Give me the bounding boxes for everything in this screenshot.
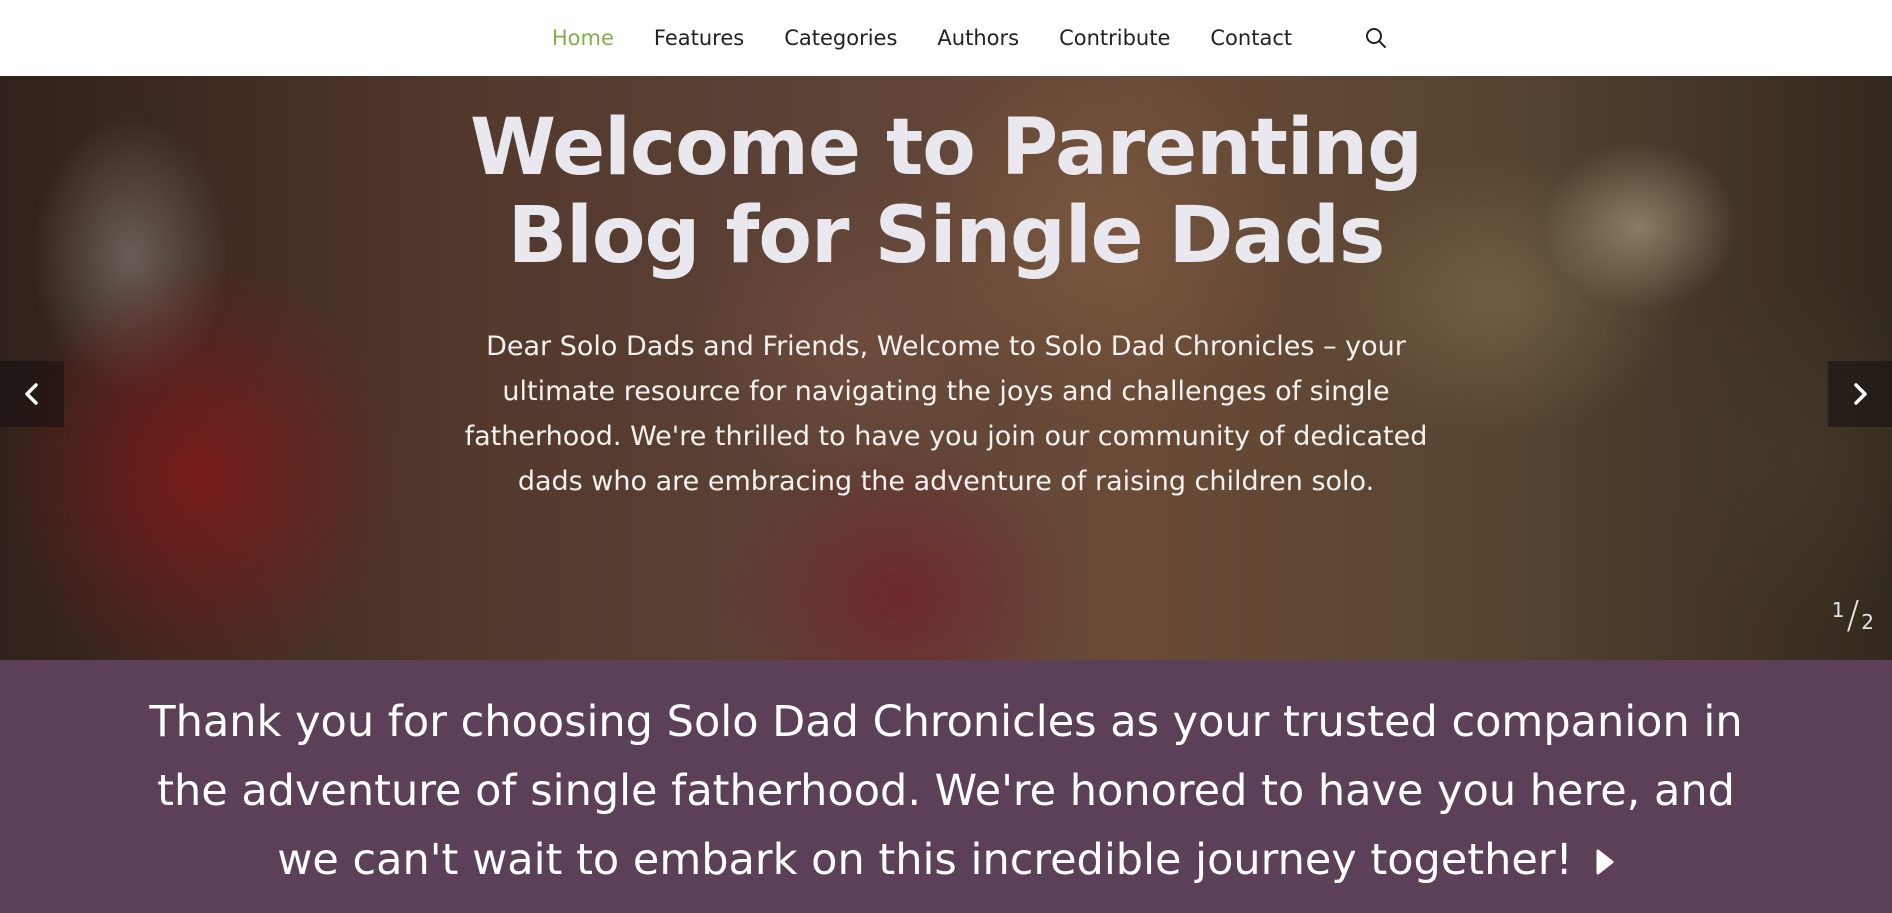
slider-next-button[interactable] <box>1828 361 1892 427</box>
play-icon[interactable] <box>1595 828 1615 897</box>
hero-slider: Welcome to Parenting Blog for Single Dad… <box>0 76 1892 660</box>
thank-you-banner: Thank you for choosing Solo Dad Chronicl… <box>0 660 1892 913</box>
hero-title: Welcome to Parenting Blog for Single Dad… <box>469 103 1423 281</box>
slide-separator: / <box>1846 593 1860 637</box>
slide-counter: 1 / 2 <box>1832 596 1874 634</box>
slide-current: 1 <box>1831 598 1845 622</box>
nav-item-contact[interactable]: Contact <box>1210 26 1292 50</box>
chevron-right-icon <box>1854 383 1867 405</box>
search-button[interactable] <box>1362 24 1390 52</box>
top-navigation: Home Features Categories Authors Contrib… <box>0 0 1892 76</box>
hero-description: Dear Solo Dads and Friends, Welcome to S… <box>464 331 1428 497</box>
banner-message: Thank you for choosing Solo Dad Chronicl… <box>136 688 1756 913</box>
slider-prev-button[interactable] <box>0 361 64 427</box>
banner-text: Thank you for choosing Solo Dad Chronicl… <box>149 697 1743 885</box>
nav-item-contribute[interactable]: Contribute <box>1059 26 1170 50</box>
nav-item-features[interactable]: Features <box>654 26 744 50</box>
nav-item-authors[interactable]: Authors <box>937 26 1019 50</box>
search-icon <box>1366 28 1387 48</box>
hero-content: Welcome to Parenting Blog for Single Dad… <box>0 104 1892 504</box>
nav-item-categories[interactable]: Categories <box>784 26 897 50</box>
slide-total: 2 <box>1861 610 1874 634</box>
main-menu: Home Features Categories Authors Contrib… <box>552 24 1390 52</box>
chevron-left-icon <box>25 383 38 405</box>
nav-item-home[interactable]: Home <box>552 26 614 50</box>
